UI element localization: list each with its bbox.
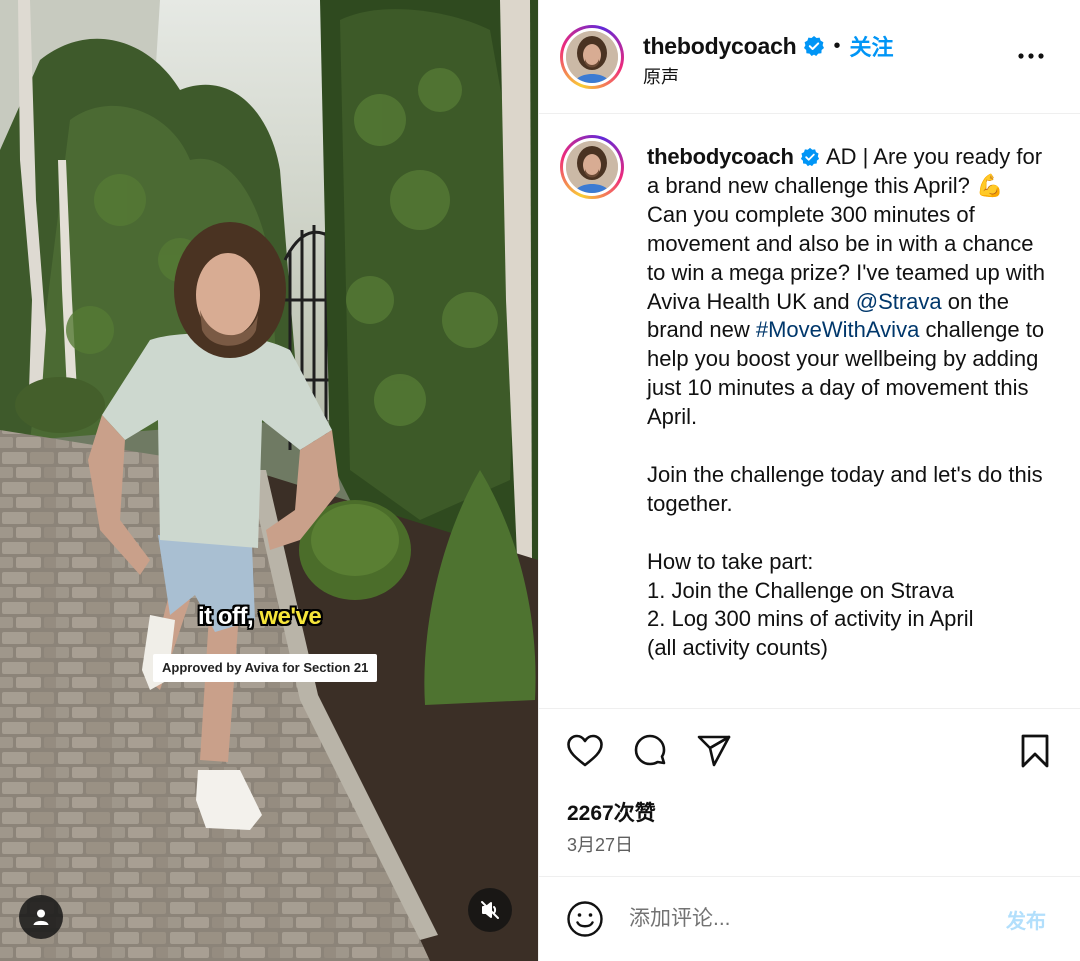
verified-badge-icon [803,36,824,56]
approval-notice: Approved by Aviva for Section 21 [153,654,378,682]
caption-paragraph-2: Join the challenge today and let's do th… [647,461,1043,516]
post-actions: 2267次赞 3月27日 [539,708,1080,876]
post-comment-button[interactable]: 发布 [1006,905,1046,934]
bookmark-icon [1021,734,1049,768]
comment-input[interactable] [629,901,969,937]
post-caption: thebodycoach AD | Are you ready for a br… [647,143,1047,663]
caption-username[interactable]: thebodycoach [647,144,794,169]
post-side-panel: thebodycoach • 关注 原声 thebodycoach AD | A… [538,0,1080,961]
video-frame [0,0,538,961]
author-avatar[interactable] [560,25,624,89]
emoji-button[interactable] [565,899,605,939]
avatar-image [566,31,618,83]
header-title-row: thebodycoach • 关注 [643,30,894,62]
movewithaviva-hashtag-link[interactable]: #MoveWithAviva [756,317,919,342]
more-options-button[interactable] [1017,42,1045,70]
post-date[interactable]: 3月27日 [567,831,633,857]
add-comment-bar: 发布 [539,876,1080,961]
step-item: 2. Log 300 mins of activity in April [647,606,974,632]
paper-plane-icon [697,735,731,767]
comment-icon [634,734,666,766]
how-to-heading: How to take part: [647,548,814,574]
post-header: thebodycoach • 关注 原声 [539,0,1080,114]
caption-author-avatar[interactable] [560,135,624,199]
comments-scroll-area[interactable]: thebodycoach AD | Are you ready for a br… [539,115,1080,708]
heart-icon [567,734,603,767]
audio-attribution[interactable]: 原声 [643,63,679,89]
video-caption-highlight: we've [259,603,322,630]
author-username[interactable]: thebodycoach [643,33,797,60]
header-separator: • [833,34,841,57]
like-button[interactable] [565,731,605,771]
save-button[interactable] [1015,731,1055,771]
verified-badge-icon [800,147,819,167]
more-horizontal-icon [1018,53,1044,59]
video-caption-part1: it off, [198,603,254,630]
step-item: (all activity counts) [647,635,828,661]
avatar-image [566,141,618,193]
speaker-muted-icon [481,901,499,919]
follow-button[interactable]: 关注 [850,30,894,62]
step-item: 1. Join the Challenge on Strava [647,577,954,603]
video-caption: it off, we've [198,603,322,631]
user-icon [33,909,49,925]
user-tag-button[interactable] [19,895,63,939]
caption-paragraph-1: thebodycoach AD | Are you ready for a br… [647,143,1047,432]
share-button[interactable] [694,731,734,771]
emoji-icon [567,901,603,937]
like-count[interactable]: 2267次赞 [567,797,656,827]
video-player[interactable]: it off, we've Approved by Aviva for Sect… [0,0,538,961]
comment-button[interactable] [630,731,670,771]
mute-toggle-button[interactable] [468,888,512,932]
strava-mention-link[interactable]: @Strava [856,289,942,314]
